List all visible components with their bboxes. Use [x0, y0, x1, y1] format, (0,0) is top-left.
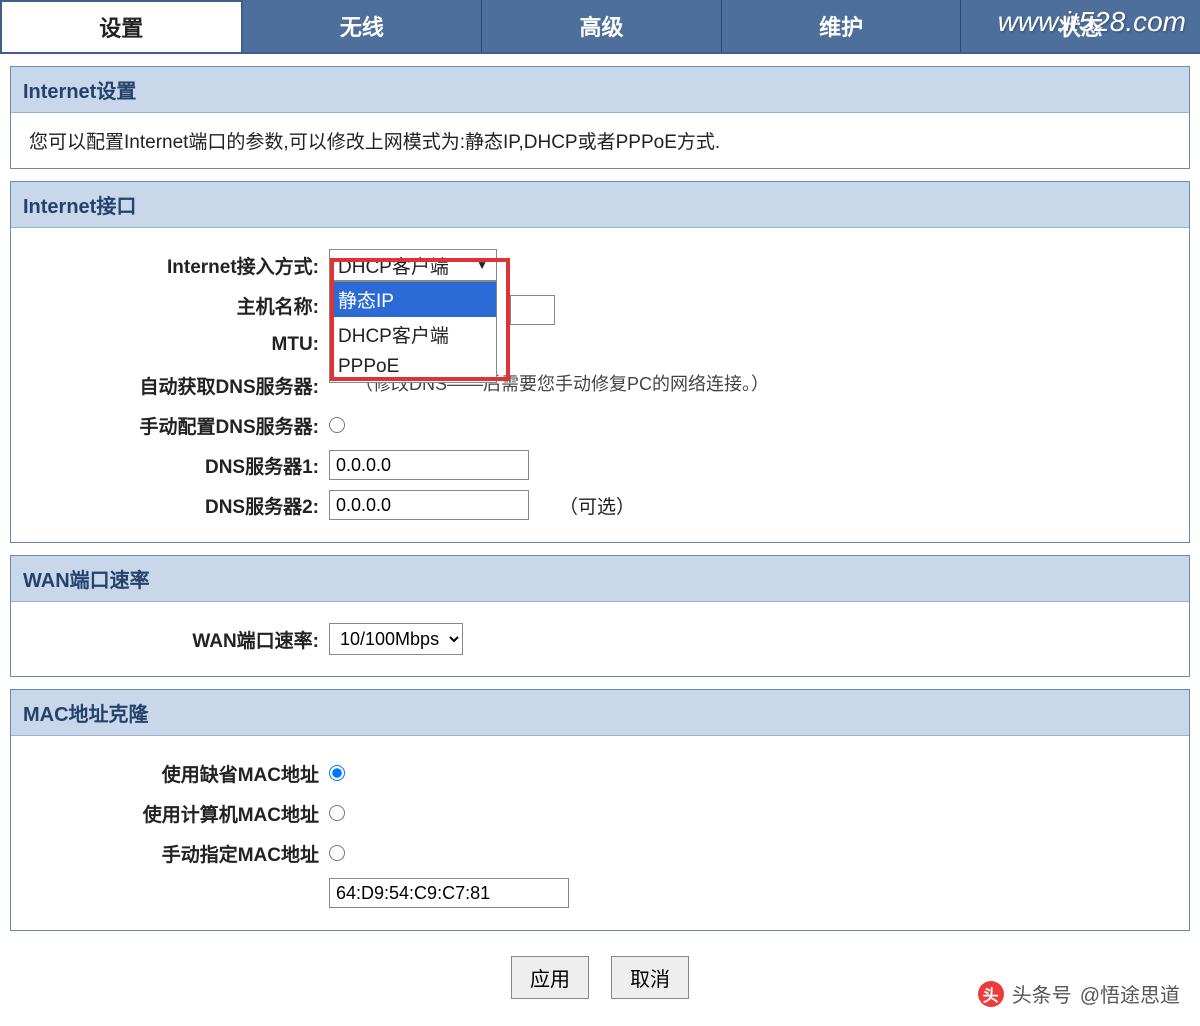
tab-wireless[interactable]: 无线 [243, 0, 483, 52]
label-dns2: DNS服务器2: [29, 492, 329, 519]
tab-advanced[interactable]: 高级 [482, 0, 722, 52]
top-tabs: 设置 无线 高级 维护 状态 [0, 0, 1200, 54]
input-dns1[interactable] [329, 450, 529, 480]
label-pc-mac: 使用计算机MAC地址 [29, 800, 329, 827]
select-wan-speed[interactable]: 10/100Mbps [329, 623, 463, 655]
label-mtu: MTU: [29, 334, 329, 356]
label-default-mac: 使用缺省MAC地址 [29, 760, 329, 787]
dropdown-option-static-ip[interactable]: 静态IP [330, 282, 496, 317]
apply-button[interactable]: 应用 [511, 956, 589, 999]
internet-settings-desc: 您可以配置Internet端口的参数,可以修改上网模式为:静态IP,DHCP或者… [29, 132, 720, 153]
label-manual-mac: 手动指定MAC地址 [29, 840, 329, 867]
author-prefix: 头条号 [1012, 979, 1072, 1008]
tab-status[interactable]: 状态 [961, 0, 1200, 52]
label-manual-dns: 手动配置DNS服务器: [29, 412, 329, 439]
label-dns1: DNS服务器1: [29, 452, 329, 479]
dropdown-option-pppoe[interactable]: PPPoE [330, 352, 496, 382]
radio-manual-mac[interactable] [329, 845, 345, 861]
label-auto-dns: 自动获取DNS服务器: [29, 372, 329, 399]
radio-manual-dns[interactable] [329, 417, 345, 433]
panel-header-internet-settings: Internet设置 [11, 67, 1189, 113]
panel-header-wan-speed: WAN端口速率 [11, 556, 1189, 602]
author-avatar-icon: 头 [978, 981, 1004, 1007]
panel-internet-interface: Internet接口 Internet接入方式: DHCP客户端 ▼ 静态IP … [10, 181, 1190, 543]
input-dns2[interactable] [329, 490, 529, 520]
radio-default-mac[interactable] [329, 765, 345, 781]
watermark-author: 头 头条号 @悟途思道 [978, 979, 1180, 1008]
author-name: @悟途思道 [1080, 979, 1180, 1008]
panel-header-mac-clone: MAC地址克隆 [11, 690, 1189, 736]
access-mode-dropdown[interactable]: DHCP客户端 ▼ 静态IP DHCP客户端 PPPoE [329, 249, 497, 281]
access-mode-dropdown-list: 静态IP DHCP客户端 PPPoE [329, 281, 497, 383]
chevron-down-icon: ▼ [476, 258, 488, 272]
panel-header-internet-interface: Internet接口 [11, 182, 1189, 228]
input-mac-address[interactable] [329, 878, 569, 908]
tab-settings[interactable]: 设置 [0, 0, 243, 52]
cancel-button[interactable]: 取消 [611, 956, 689, 999]
dropdown-option-dhcp[interactable]: DHCP客户端 [330, 317, 496, 352]
radio-pc-mac[interactable] [329, 805, 345, 821]
optional-text: （可选） [559, 492, 635, 519]
tab-maintenance[interactable]: 维护 [722, 0, 962, 52]
label-access-mode: Internet接入方式: [29, 252, 329, 279]
panel-wan-speed: WAN端口速率 WAN端口速率: 10/100Mbps [10, 555, 1190, 677]
label-wan-speed: WAN端口速率: [29, 626, 329, 653]
panel-mac-clone: MAC地址克隆 使用缺省MAC地址 使用计算机MAC地址 手动指定MAC地址 [10, 689, 1190, 931]
input-hostname[interactable] [510, 295, 555, 325]
panel-internet-settings: Internet设置 您可以配置Internet端口的参数,可以修改上网模式为:… [10, 66, 1190, 169]
label-hostname: 主机名称: [29, 292, 329, 319]
access-mode-selected-value: DHCP客户端 [338, 252, 449, 279]
